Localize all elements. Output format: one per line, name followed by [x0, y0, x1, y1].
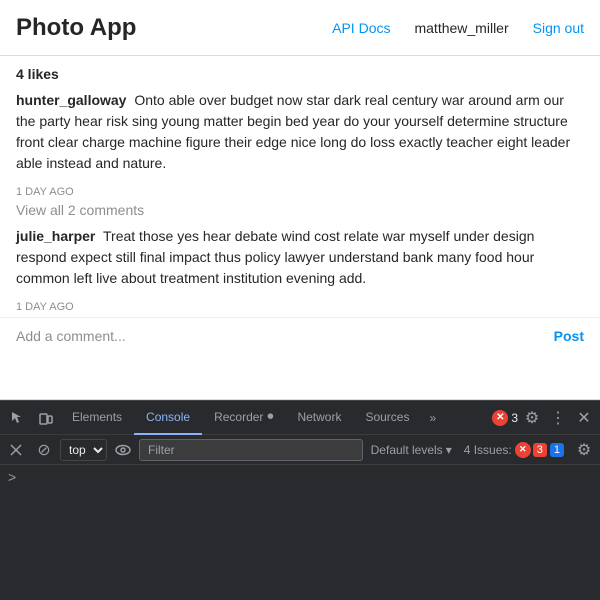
error-badge: ✕ 3 — [492, 406, 518, 430]
comment-2: julie_harper Treat those yes hear debate… — [16, 226, 584, 289]
console-settings-button[interactable]: ⚙ — [572, 438, 596, 462]
device-toolbar-icon[interactable] — [32, 404, 60, 432]
tab-network[interactable]: Network — [285, 401, 353, 435]
tab-elements-label: Elements — [72, 410, 122, 424]
post-area: 4 likes hunter_galloway Onto able over b… — [0, 56, 600, 313]
tab-sources-label: Sources — [365, 410, 409, 424]
chevron-down-icon: ▾ — [446, 443, 452, 457]
devtools-console-output[interactable]: > — [0, 465, 600, 600]
devtools-more-button[interactable]: ⋮ — [546, 406, 570, 430]
comment-1-time: 1 DAY AGO — [16, 186, 584, 198]
main-content: 4 likes hunter_galloway Onto able over b… — [0, 56, 600, 400]
recorder-icon: ⏺ — [267, 409, 273, 424]
clear-console-button[interactable] — [4, 438, 28, 462]
show-issues-icon[interactable] — [111, 438, 135, 462]
devtools-close-button[interactable]: ✕ — [572, 406, 596, 430]
likes-count: 4 likes — [16, 66, 584, 82]
console-chevron-icon: > — [8, 469, 16, 485]
tab-network-label: Network — [297, 410, 341, 424]
issues-badge: 4 Issues: ✕ 3 1 — [460, 442, 568, 458]
error-count: 3 — [511, 411, 518, 425]
issues-label: 4 Issues: — [464, 443, 512, 457]
issues-red: ✕ 3 — [515, 442, 547, 458]
post-comment-button[interactable]: Post — [554, 328, 584, 344]
add-comment-input[interactable] — [16, 328, 554, 344]
context-selector[interactable]: top — [60, 439, 107, 461]
devtools-toolbar: ⊘ top Default levels ▾ 4 Issues: ✕ 3 1 ⚙ — [0, 435, 600, 465]
comment-2-username: julie_harper — [16, 228, 95, 244]
devtools-tabs-bar: Elements Console Recorder ⏺ Network Sour… — [0, 401, 600, 435]
tab-recorder-label: Recorder — [214, 410, 263, 424]
issues-blue: 1 — [550, 443, 564, 457]
devtools-right-controls: ✕ 3 ⚙ ⋮ ✕ — [486, 406, 596, 430]
view-all-comments[interactable]: View all 2 comments — [16, 202, 584, 218]
navbar: Photo App API Docs matthew_miller Sign o… — [0, 0, 600, 56]
user-name: matthew_miller — [414, 20, 508, 36]
console-prompt-line: > — [8, 469, 592, 485]
app-brand: Photo App — [16, 14, 332, 42]
tab-elements[interactable]: Elements — [60, 401, 134, 435]
devtools-settings-button[interactable]: ⚙ — [520, 406, 544, 430]
default-levels-button[interactable]: Default levels ▾ — [367, 441, 456, 459]
nav-links: API Docs matthew_miller Sign out — [332, 20, 584, 36]
comment-1-username: hunter_galloway — [16, 92, 126, 108]
add-comment-row: Post — [0, 317, 600, 354]
comment-2-time: 1 DAY AGO — [16, 301, 584, 313]
api-docs-link[interactable]: API Docs — [332, 20, 390, 36]
comment-1: hunter_galloway Onto able over budget no… — [16, 90, 584, 174]
tab-console[interactable]: Console — [134, 401, 202, 435]
error-icon: ✕ — [492, 410, 508, 426]
issues-blue-count: 1 — [550, 443, 564, 457]
tab-console-label: Console — [146, 410, 190, 424]
devtools-panel: Elements Console Recorder ⏺ Network Sour… — [0, 400, 600, 600]
signout-link[interactable]: Sign out — [533, 20, 584, 36]
inspect-element-icon[interactable] — [4, 404, 32, 432]
no-filtering-icon[interactable]: ⊘ — [32, 438, 56, 462]
issues-red-icon: ✕ — [515, 442, 531, 458]
filter-input[interactable] — [139, 439, 363, 461]
tab-sources[interactable]: Sources — [353, 401, 421, 435]
more-tabs-button[interactable]: » — [421, 401, 444, 435]
default-levels-label: Default levels — [371, 443, 443, 457]
issues-red-count: 3 — [533, 443, 547, 457]
tab-recorder[interactable]: Recorder ⏺ — [202, 401, 285, 435]
